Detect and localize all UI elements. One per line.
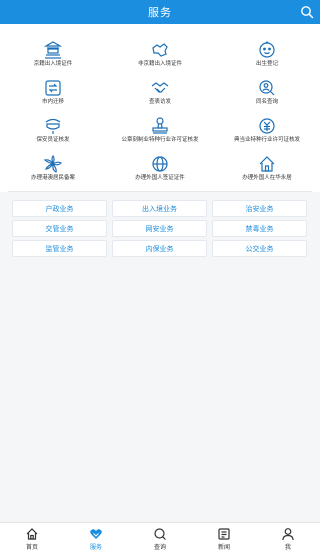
- tab-me[interactable]: 我: [256, 523, 320, 554]
- service-item[interactable]: 查表访发: [107, 72, 213, 112]
- service-grid: 京籍出入境证件 非京籍出入境证件 出生登记 市内迁移 查表访发 同名查询 保安员…: [0, 24, 320, 192]
- category-button[interactable]: 监管业务: [12, 240, 107, 257]
- service-item[interactable]: 办理外国人签证证件: [107, 148, 213, 188]
- baby-icon: [259, 41, 275, 58]
- service-label: 出生登记: [255, 61, 278, 67]
- service-label: 查表访发: [148, 99, 171, 105]
- category-button[interactable]: 禁毒业务: [212, 220, 307, 237]
- bauhinia-icon: [43, 155, 62, 173]
- tab-label: 新闻: [217, 544, 230, 551]
- tab-label: 我: [284, 544, 291, 551]
- tab-label: 首页: [25, 544, 38, 551]
- service-label: 市内迁移: [41, 99, 64, 105]
- tab-news[interactable]: 新闻: [192, 523, 256, 554]
- service-label: 保安员证核发: [36, 137, 70, 143]
- service-label: 公章刻制业特种行业许可证核发: [121, 137, 199, 143]
- divider: [8, 191, 312, 192]
- service-label: 办理港澳居民备案: [30, 175, 75, 181]
- tab-query[interactable]: 查询: [128, 523, 192, 554]
- service-label: 同名查询: [255, 99, 278, 105]
- service-label: 办理外国人在华永居: [242, 175, 292, 181]
- temple-icon: [43, 41, 63, 59]
- service-item[interactable]: 京籍出入境证件: [0, 34, 106, 74]
- home-icon: [259, 156, 275, 172]
- pawn-icon: [259, 118, 275, 134]
- service-item[interactable]: 同名查询: [214, 72, 320, 112]
- tab-home[interactable]: 首页: [0, 523, 64, 554]
- shield-icon: [45, 118, 61, 134]
- globe-icon: [152, 156, 168, 172]
- category-button[interactable]: 治安业务: [212, 200, 307, 217]
- page-title: 服务: [148, 6, 172, 19]
- service-item[interactable]: 保安员证核发: [0, 110, 106, 150]
- service-label: 办理外国人签证证件: [135, 175, 185, 181]
- service-item[interactable]: 典当业特种行业许可证核发: [214, 110, 320, 150]
- service-item[interactable]: 办理港澳居民备案: [0, 148, 106, 188]
- category-button[interactable]: 户政业务: [12, 200, 107, 217]
- service-label: 京籍出入境证件: [33, 61, 73, 67]
- handshake-icon: [151, 82, 169, 93]
- category-button[interactable]: 网安业务: [112, 220, 207, 237]
- news-icon: [218, 528, 230, 540]
- map-icon: [152, 43, 168, 57]
- heart-icon: [90, 529, 102, 539]
- home-icon: [26, 528, 38, 540]
- service-label: 典当业特种行业许可证核发: [233, 137, 300, 143]
- tab-label: 服务: [89, 544, 102, 551]
- tab-label: 查询: [153, 544, 166, 551]
- stamp-icon: [152, 117, 168, 134]
- app-header: 服务: [0, 0, 320, 24]
- service-item[interactable]: 非京籍出入境证件: [107, 34, 213, 74]
- tab-services[interactable]: 服务: [64, 523, 128, 554]
- category-button[interactable]: 公交业务: [212, 240, 307, 257]
- user-icon: [282, 528, 294, 541]
- search-icon: [154, 528, 166, 540]
- category-grid: 户政业务 出入境业务 治安业务 交管业务 网安业务 禁毒业务 监管业务 内保业务…: [0, 196, 320, 262]
- service-label: 非京籍出入境证件: [137, 61, 182, 67]
- search-person-icon: [259, 80, 275, 96]
- category-button[interactable]: 内保业务: [112, 240, 207, 257]
- category-button[interactable]: 交管业务: [12, 220, 107, 237]
- category-button[interactable]: 出入境业务: [112, 200, 207, 217]
- search-icon[interactable]: [300, 5, 314, 19]
- service-item[interactable]: 公章刻制业特种行业许可证核发: [107, 110, 213, 150]
- bottom-tab-bar: 首页 服务 查询 新闻 我: [0, 522, 320, 554]
- service-item[interactable]: 出生登记: [214, 34, 320, 74]
- service-item[interactable]: 市内迁移: [0, 72, 106, 112]
- transfer-icon: [45, 80, 61, 96]
- service-item[interactable]: 办理外国人在华永居: [214, 148, 320, 188]
